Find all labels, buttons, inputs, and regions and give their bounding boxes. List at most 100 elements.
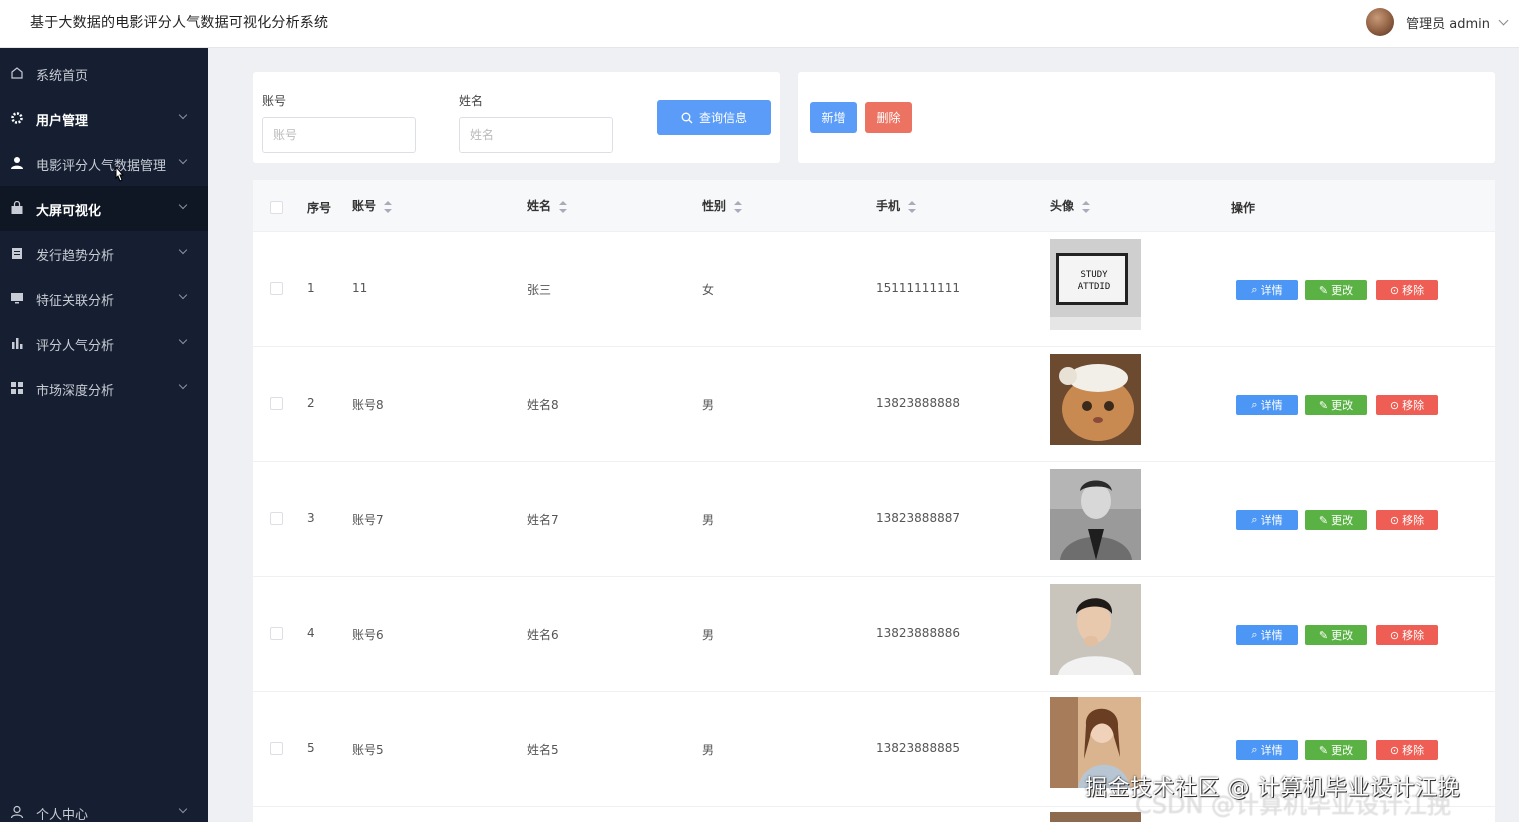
row-checkbox[interactable]	[270, 512, 283, 525]
sort-icon[interactable]	[734, 200, 743, 213]
sort-icon[interactable]	[384, 200, 393, 213]
cell-account: 11	[352, 281, 368, 295]
sidebar-item-feature-correlation[interactable]: 特征关联分析	[0, 276, 208, 321]
sidebar-item-label: 市场深度分析	[36, 384, 115, 399]
delete-button[interactable]: 删除	[865, 102, 912, 133]
user-menu[interactable]: 管理员 admin	[1366, 6, 1511, 38]
header-name[interactable]: 姓名	[527, 197, 568, 214]
remove-button[interactable]: ⊙ 移除	[1376, 740, 1438, 760]
pencil-icon: ✎	[1318, 744, 1329, 757]
cell-phone: 13823888886	[876, 626, 960, 640]
cell-account: 账号7	[352, 513, 384, 527]
sort-icon[interactable]	[559, 200, 568, 213]
cell-index: 1	[307, 281, 315, 295]
header-avatar-label: 头像	[1050, 199, 1075, 213]
query-button[interactable]: 查询信息	[657, 100, 771, 135]
name-search-input[interactable]	[459, 117, 613, 153]
cell-gender: 男	[702, 628, 715, 642]
header-avatar[interactable]: 头像	[1050, 197, 1091, 214]
cell-name: 姓名7	[527, 513, 559, 527]
header-account[interactable]: 账号	[352, 197, 393, 214]
cell-index: 2	[307, 396, 315, 410]
action-panel: 新增 删除	[798, 72, 1495, 163]
sidebar-item-user-management[interactable]: 用户管理	[0, 96, 208, 141]
detail-label: 详情	[1260, 285, 1283, 297]
avatar-photo[interactable]: STUDY ATTDID	[1050, 239, 1141, 330]
avatar-photo[interactable]	[1050, 354, 1141, 445]
search-icon: ⌕	[1251, 398, 1258, 411]
row-checkbox[interactable]	[270, 742, 283, 755]
detail-button[interactable]: ⌕ 详情	[1236, 510, 1298, 530]
table-row: 3 账号7 姓名7 男 13823888887 ⌕ 详情 ✎ 更改 ⊙ 移除	[253, 462, 1495, 577]
avatar-photo-partial	[1050, 812, 1141, 822]
chevron-down-icon[interactable]	[1498, 15, 1509, 25]
edit-button[interactable]: ✎ 更改	[1305, 625, 1367, 645]
account-search-input[interactable]	[262, 117, 416, 153]
avatar-photo[interactable]	[1050, 584, 1141, 675]
row-checkbox[interactable]	[270, 397, 283, 410]
chevron-down-icon	[178, 245, 188, 255]
top-bar: 基于大数据的电影评分人气数据可视化分析系统 管理员 admin	[0, 0, 1519, 48]
detail-button[interactable]: ⌕ 详情	[1236, 740, 1298, 760]
sidebar-item-personal-center[interactable]: 个人中心	[0, 790, 208, 822]
header-gender[interactable]: 性别	[702, 197, 743, 214]
row-checkbox[interactable]	[270, 627, 283, 640]
remove-label: 移除	[1402, 515, 1425, 527]
pencil-icon: ✎	[1318, 629, 1329, 642]
detail-button[interactable]: ⌕ 详情	[1236, 280, 1298, 300]
add-button[interactable]: 新增	[810, 102, 857, 133]
header-phone-label: 手机	[876, 199, 901, 213]
cell-phone: 13823888885	[876, 741, 960, 755]
remove-label: 移除	[1402, 745, 1425, 757]
gear-icon	[11, 112, 23, 124]
sort-icon[interactable]	[908, 200, 917, 213]
cell-name: 姓名5	[527, 743, 559, 757]
detail-button[interactable]: ⌕ 详情	[1236, 395, 1298, 415]
sidebar-item-label: 用户管理	[36, 114, 89, 129]
row-checkbox[interactable]	[270, 282, 283, 295]
avatar-photo[interactable]	[1050, 469, 1141, 560]
user-table: 序号 账号 姓名 性别 手机 头像 操作 1 11 张三 女 151111111…	[253, 180, 1495, 822]
pencil-icon: ✎	[1318, 284, 1329, 297]
detail-label: 详情	[1260, 745, 1283, 757]
edit-button[interactable]: ✎ 更改	[1305, 280, 1367, 300]
bar-chart-icon	[12, 338, 23, 349]
sort-icon[interactable]	[1082, 200, 1091, 213]
user-name[interactable]: 管理员 admin	[1406, 13, 1490, 32]
cell-index: 4	[307, 626, 315, 640]
sidebar-item-movie-data[interactable]: 电影评分人气数据管理	[0, 141, 208, 186]
remove-button[interactable]: ⊙ 移除	[1376, 510, 1438, 530]
edit-button[interactable]: ✎ 更改	[1305, 740, 1367, 760]
sidebar-item-rating-popularity[interactable]: 评分人气分析	[0, 321, 208, 366]
remove-button[interactable]: ⊙ 移除	[1376, 280, 1438, 300]
table-header: 序号 账号 姓名 性别 手机 头像 操作	[253, 180, 1495, 232]
detail-label: 详情	[1260, 400, 1283, 412]
cell-name: 姓名6	[527, 628, 559, 642]
edit-button[interactable]: ✎ 更改	[1305, 395, 1367, 415]
select-all-checkbox[interactable]	[270, 201, 283, 214]
edit-button[interactable]: ✎ 更改	[1305, 510, 1367, 530]
detail-button[interactable]: ⌕ 详情	[1236, 625, 1298, 645]
remove-button[interactable]: ⊙ 移除	[1376, 395, 1438, 415]
pencil-icon: ✎	[1318, 514, 1329, 527]
header-phone[interactable]: 手机	[876, 197, 917, 214]
remove-label: 移除	[1402, 630, 1425, 642]
mouse-cursor-icon	[115, 166, 125, 182]
sidebar-item-label: 个人中心	[36, 808, 89, 822]
search-icon: ⌕	[1251, 628, 1258, 641]
sidebar-item-label: 大屏可视化	[36, 204, 102, 219]
search-panel: 账号 姓名 查询信息	[253, 72, 780, 163]
remove-button[interactable]: ⊙ 移除	[1376, 625, 1438, 645]
sidebar-item-home[interactable]: 系统首页	[0, 51, 208, 96]
sidebar-item-big-screen[interactable]: 大屏可视化	[0, 186, 208, 231]
remove-icon: ⊙	[1389, 514, 1400, 527]
sidebar-item-release-trend[interactable]: 发行趋势分析	[0, 231, 208, 276]
home-icon	[11, 67, 23, 79]
table-row: 1 11 张三 女 15111111111 STUDY ATTDID ⌕ 详情 ✎…	[253, 232, 1495, 347]
sidebar: 系统首页 用户管理 电影评分人气数据管理 大屏可视化 发行趋势分析 特征关联分析…	[0, 48, 208, 822]
clipboard-icon	[12, 248, 22, 259]
user-avatar[interactable]	[1366, 8, 1395, 36]
cell-gender: 男	[702, 513, 715, 527]
sidebar-item-market-depth[interactable]: 市场深度分析	[0, 366, 208, 411]
name-label: 姓名	[459, 94, 484, 108]
